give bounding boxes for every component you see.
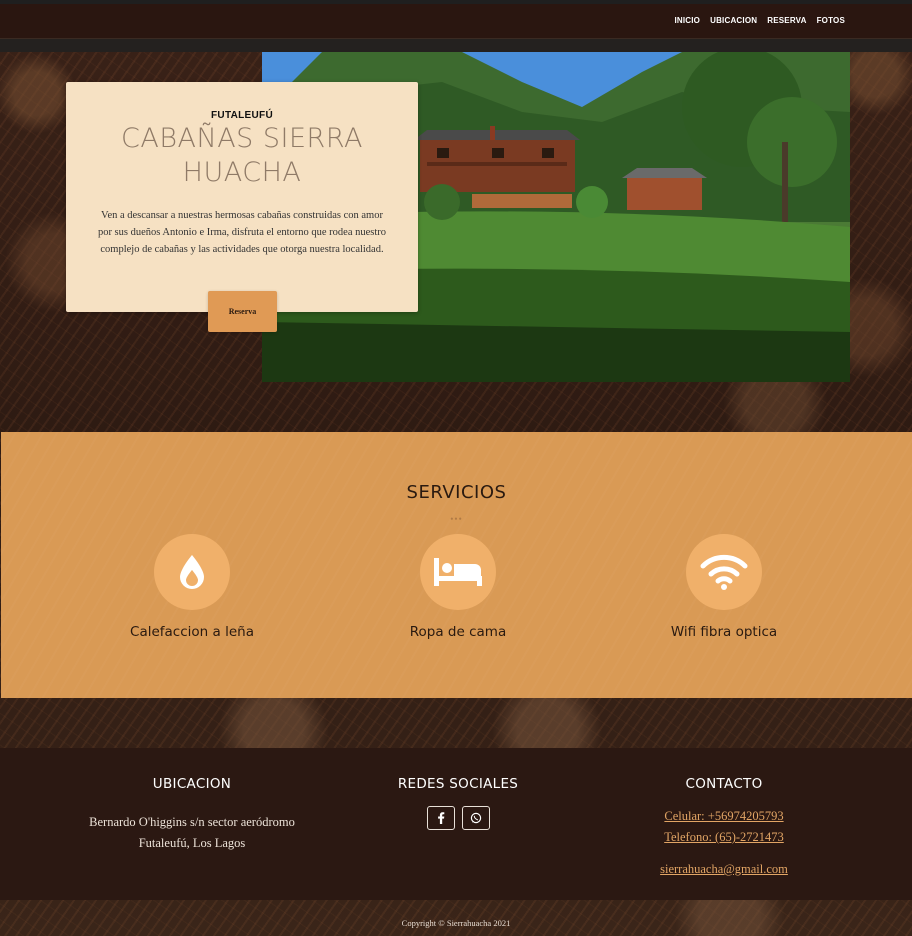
facebook-button[interactable] (426, 806, 455, 830)
navbar: INICIO UBICACION RESERVA FOTOS (0, 0, 912, 39)
service-item-heating: Calefaccion a leña (72, 534, 312, 640)
service-item-bedding: Ropa de cama (338, 534, 578, 640)
address: Bernardo O'higgins s/n sector aeródromo … (42, 812, 342, 854)
footer-heading-social: REDES SOCIALES (397, 776, 519, 792)
service-label: Ropa de cama (409, 624, 507, 640)
services-section: SERVICIOS ••• Calefaccion a leña Ropa de… (1, 432, 912, 698)
footer-heading-contact: CONTACTO (685, 776, 763, 792)
contact-links: Celular: +56974205793 Telefono: (65)-272… (574, 806, 874, 880)
fire-drop-icon (180, 555, 204, 589)
footer: UBICACION Bernardo O'higgins s/n sector … (0, 748, 912, 900)
whatsapp-icon (470, 812, 481, 824)
nav-item-inicio[interactable]: INICIO (674, 16, 700, 25)
social-links (308, 806, 608, 830)
cell-phone-link[interactable]: Celular: +56974205793 (574, 806, 874, 827)
address-line-2: Futaleufú, Los Lagos (138, 836, 246, 850)
copyright: Copyright © Sierrahuacha 2021 (401, 918, 511, 928)
nav-links: INICIO UBICACION RESERVA FOTOS (674, 16, 845, 25)
footer-location: UBICACION Bernardo O'higgins s/n sector … (42, 776, 342, 854)
hero-title: CABAÑAS SIERRA HUACHA (121, 123, 363, 188)
hero-kicker: FUTALEUFÚ (211, 110, 273, 121)
navbar-strip (0, 39, 912, 52)
whatsapp-button[interactable] (461, 806, 490, 830)
wifi-icon (700, 554, 748, 590)
service-label: Wifi fibra optica (670, 624, 778, 640)
service-item-wifi: Wifi fibra optica (604, 534, 844, 640)
nav-item-ubicacion[interactable]: UBICACION (710, 16, 757, 25)
divider: ••• (450, 514, 463, 524)
bed-icon (434, 558, 482, 586)
services-title: SERVICIOS (406, 482, 507, 503)
reserva-button[interactable]: Reserva (208, 291, 277, 332)
nav-item-fotos[interactable]: FOTOS (817, 16, 845, 25)
service-icon-circle (686, 534, 762, 610)
service-label: Calefaccion a leña (130, 624, 254, 640)
email-link[interactable]: sierrahuacha@gmail.com (574, 859, 874, 880)
hero-card: FUTALEUFÚ CABAÑAS SIERRA HUACHA Ven a de… (66, 82, 418, 332)
service-icon-circle (420, 534, 496, 610)
service-icon-circle (154, 534, 230, 610)
footer-contact: CONTACTO Celular: +56974205793 Telefono:… (574, 776, 874, 880)
hero-description: Ven a descansar a nuestras hermosas caba… (97, 210, 387, 255)
footer-heading-location: UBICACION (152, 776, 232, 792)
nav-item-reserva[interactable]: RESERVA (767, 16, 806, 25)
facebook-icon (437, 812, 444, 824)
footer-social: REDES SOCIALES (308, 776, 608, 830)
phone-link[interactable]: Telefono: (65)-2721473 (574, 827, 874, 848)
address-line-1: Bernardo O'higgins s/n sector aeródromo (89, 815, 295, 829)
